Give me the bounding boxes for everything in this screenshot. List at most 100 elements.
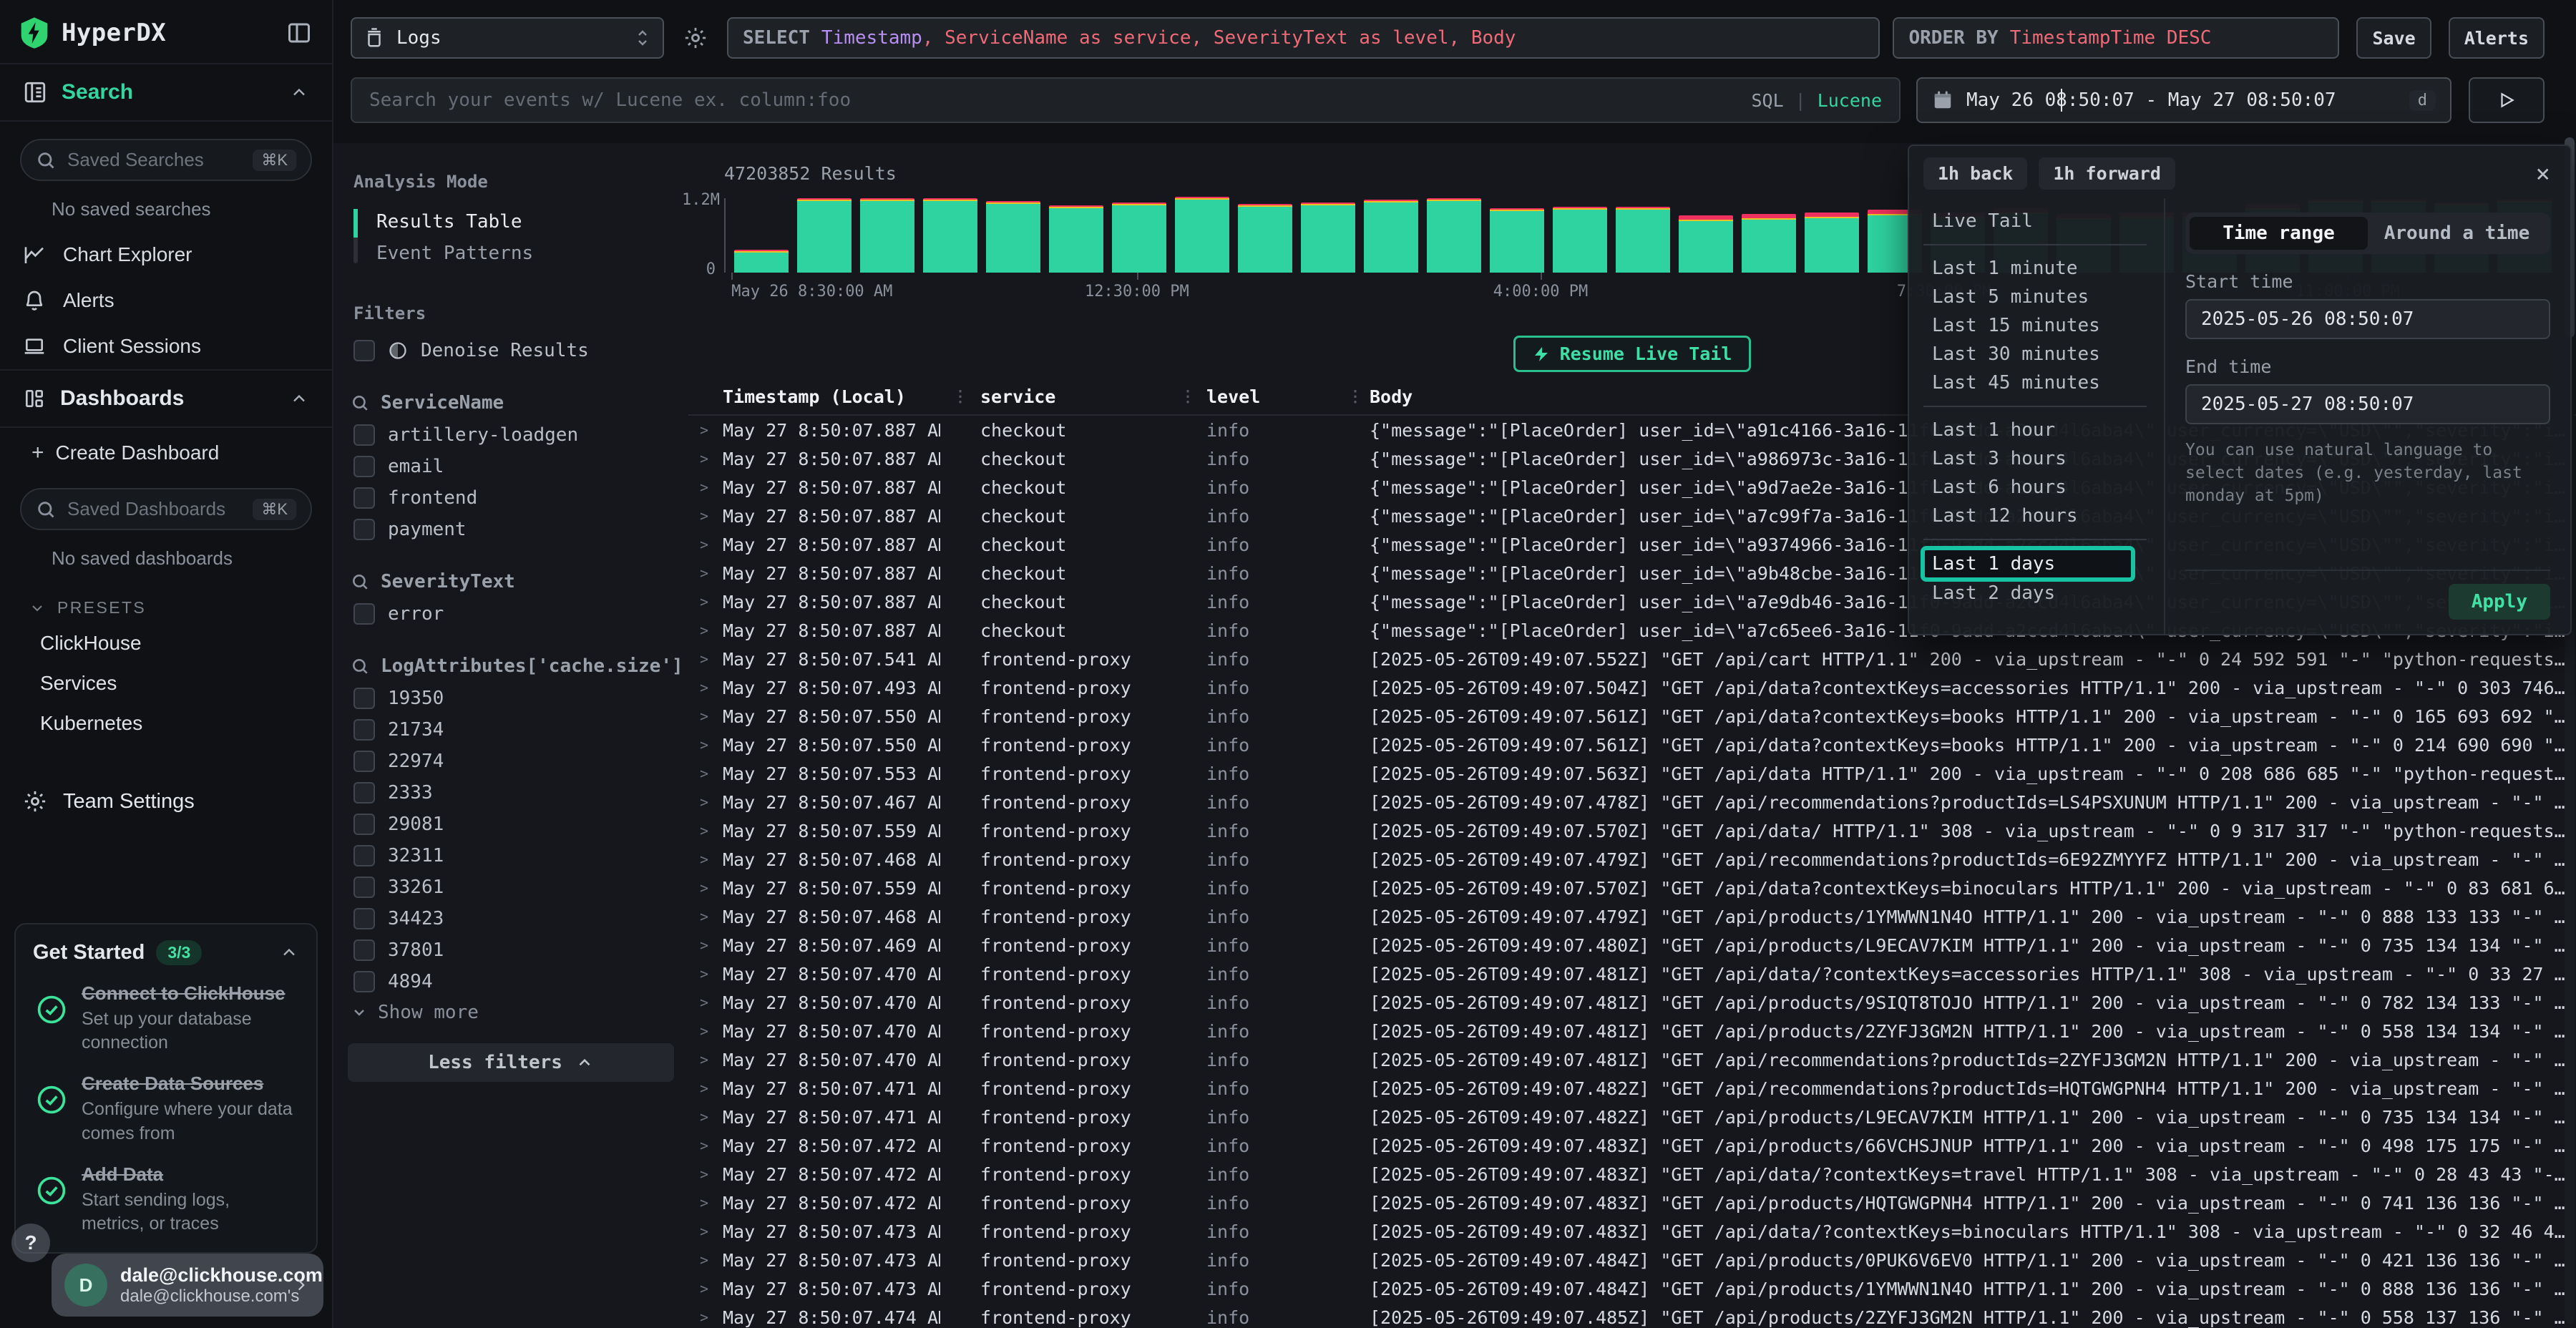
table-row[interactable]: >May 27 8:50:07.553 AMfrontend-proxyinfo… (688, 759, 2576, 788)
table-row[interactable]: >May 27 8:50:07.474 AMfrontend-proxyinfo… (688, 1303, 2576, 1328)
table-row[interactable]: >May 27 8:50:07.472 AMfrontend-proxyinfo… (688, 1188, 2576, 1217)
table-row[interactable]: >May 27 8:50:07.472 AMfrontend-proxyinfo… (688, 1131, 2576, 1160)
preset-item-kubernetes[interactable]: Kubernetes (0, 703, 332, 743)
filter-value-checkbox[interactable]: 32311 (353, 840, 688, 872)
filter-value-checkbox[interactable]: 19350 (353, 683, 688, 714)
filter-value-checkbox[interactable]: artillery-loadgen (353, 419, 688, 451)
chart-bar[interactable] (1364, 200, 1418, 273)
sidebar-item-alerts[interactable]: Alerts (0, 278, 332, 323)
row-expand-icon[interactable]: > (688, 708, 723, 725)
row-expand-icon[interactable]: > (688, 1309, 723, 1326)
table-row[interactable]: >May 27 8:50:07.493 AMfrontend-proxyinfo… (688, 673, 2576, 702)
row-expand-icon[interactable]: > (688, 1223, 723, 1240)
chart-bar[interactable] (1427, 198, 1481, 273)
row-expand-icon[interactable]: > (688, 851, 723, 868)
tab-around-a-time[interactable]: Around a time (2368, 217, 2546, 250)
row-expand-icon[interactable]: > (688, 1280, 723, 1297)
sidebar-section-dashboards[interactable]: Dashboards (0, 369, 332, 428)
time-preset-item[interactable]: Last 5 minutes (1923, 283, 2164, 311)
resume-live-tail-button[interactable]: Resume Live Tail (1513, 336, 1752, 372)
table-row[interactable]: >May 27 8:50:07.473 AMfrontend-proxyinfo… (688, 1274, 2576, 1303)
row-expand-icon[interactable]: > (688, 965, 723, 982)
chart-bar[interactable] (1112, 202, 1166, 273)
row-expand-icon[interactable]: > (688, 937, 723, 954)
chart-bar[interactable] (1238, 204, 1292, 273)
chart-bar[interactable] (734, 250, 789, 273)
preset-item-services[interactable]: Services (0, 663, 332, 703)
table-row[interactable]: >May 27 8:50:07.468 AMfrontend-proxyinfo… (688, 902, 2576, 931)
row-expand-icon[interactable]: > (688, 736, 723, 753)
filter-value-checkbox[interactable]: 29081 (353, 809, 688, 840)
row-expand-icon[interactable]: > (688, 908, 723, 925)
sql-select-editor[interactable]: SELECT Timestamp , ServiceName as servic… (727, 17, 1880, 59)
shift-back-button[interactable]: 1h back (1923, 157, 2027, 190)
end-time-input[interactable]: 2025-05-27 08:50:07 (2185, 384, 2550, 424)
time-preset-item[interactable]: Last 3 hours (1923, 444, 2164, 473)
filter-group-header[interactable]: ServiceName (351, 392, 688, 414)
row-expand-icon[interactable]: > (688, 1051, 723, 1068)
date-range-input[interactable]: May 26 08:50:07 - May 27 08:50:07 d (1916, 77, 2451, 123)
table-row[interactable]: >May 27 8:50:07.470 AMfrontend-proxyinfo… (688, 1045, 2576, 1074)
table-row[interactable]: >May 27 8:50:07.550 AMfrontend-proxyinfo… (688, 702, 2576, 731)
row-expand-icon[interactable]: > (688, 1194, 723, 1211)
shift-forward-button[interactable]: 1h forward (2039, 157, 2175, 190)
row-expand-icon[interactable]: > (688, 450, 723, 467)
time-preset-item[interactable]: Last 45 minutes (1923, 368, 2164, 397)
chart-bar[interactable] (860, 198, 914, 273)
row-expand-icon[interactable]: > (688, 1137, 723, 1154)
filter-value-checkbox[interactable]: 4894 (353, 966, 688, 997)
chart-bar[interactable] (923, 198, 977, 273)
filter-group-header[interactable]: SeverityText (351, 571, 688, 592)
row-expand-icon[interactable]: > (688, 622, 723, 639)
row-expand-icon[interactable]: > (688, 994, 723, 1011)
row-expand-icon[interactable]: > (688, 1251, 723, 1269)
filter-value-checkbox[interactable]: error (353, 598, 688, 630)
time-preset-item[interactable]: Last 15 minutes (1923, 311, 2164, 340)
time-preset-item[interactable]: Last 1 days (1923, 549, 2132, 579)
filter-value-checkbox[interactable]: 34423 (353, 903, 688, 934)
table-row[interactable]: >May 27 8:50:07.467 AMfrontend-proxyinfo… (688, 788, 2576, 816)
saved-dashboards-input[interactable]: Saved Dashboards ⌘K (20, 488, 312, 530)
chart-bar[interactable] (1805, 213, 1859, 273)
source-settings-gear-icon[interactable] (678, 17, 713, 59)
time-preset-item[interactable]: Last 12 hours (1923, 502, 2164, 530)
mode-results-table[interactable]: Results Table (353, 206, 688, 238)
row-expand-icon[interactable]: > (688, 679, 723, 696)
filter-value-checkbox[interactable]: 22974 (353, 746, 688, 777)
chart-bar[interactable] (797, 198, 852, 273)
table-row[interactable]: >May 27 8:50:07.471 AMfrontend-proxyinfo… (688, 1074, 2576, 1103)
row-expand-icon[interactable]: > (688, 1022, 723, 1040)
table-row[interactable]: >May 27 8:50:07.559 AMfrontend-proxyinfo… (688, 874, 2576, 902)
sidebar-item-chart-explorer[interactable]: Chart Explorer (0, 232, 332, 278)
presets-header[interactable]: PRESETS (29, 598, 309, 617)
denoise-results-checkbox[interactable]: Denoise Results (353, 335, 688, 366)
table-row[interactable]: >May 27 8:50:07.471 AMfrontend-proxyinfo… (688, 1103, 2576, 1131)
get-started-item[interactable]: Connect to ClickHouse Set up your databa… (36, 982, 296, 1056)
chart-bar[interactable] (1553, 207, 1607, 273)
filter-value-checkbox[interactable]: frontend (353, 482, 688, 514)
tab-time-range[interactable]: Time range (2190, 217, 2368, 250)
chart-bar[interactable] (1049, 205, 1103, 273)
help-button[interactable]: ? (11, 1224, 50, 1262)
team-settings-button[interactable]: Team Settings (0, 775, 332, 828)
run-search-button[interactable] (2469, 77, 2545, 123)
alerts-button[interactable]: Alerts (2449, 17, 2545, 59)
chart-bar[interactable] (1616, 207, 1670, 273)
get-started-item[interactable]: Add Data Start sending logs, metrics, or… (36, 1163, 296, 1237)
row-expand-icon[interactable]: > (688, 879, 723, 897)
row-expand-icon[interactable]: > (688, 421, 723, 439)
user-menu[interactable]: D dale@clickhouse.com dale@clickhouse.co… (52, 1254, 323, 1317)
col-level[interactable]: level (1206, 386, 1341, 407)
time-preset-item[interactable]: Last 1 minute (1923, 254, 2164, 283)
create-dashboard-button[interactable]: + Create Dashboard (0, 428, 332, 471)
table-row[interactable]: >May 27 8:50:07.559 AMfrontend-proxyinfo… (688, 816, 2576, 845)
get-started-item[interactable]: Create Data Sources Configure where your… (36, 1073, 296, 1146)
table-row[interactable]: >May 27 8:50:07.550 AMfrontend-proxyinfo… (688, 731, 2576, 759)
mode-event-patterns[interactable]: Event Patterns (353, 238, 688, 269)
saved-searches-input[interactable]: Saved Searches ⌘K (20, 139, 312, 181)
table-row[interactable]: >May 27 8:50:07.469 AMfrontend-proxyinfo… (688, 931, 2576, 960)
chart-bar[interactable] (1175, 197, 1229, 273)
row-expand-icon[interactable]: > (688, 794, 723, 811)
filter-value-checkbox[interactable]: 33261 (353, 872, 688, 903)
filter-value-checkbox[interactable]: email (353, 451, 688, 482)
